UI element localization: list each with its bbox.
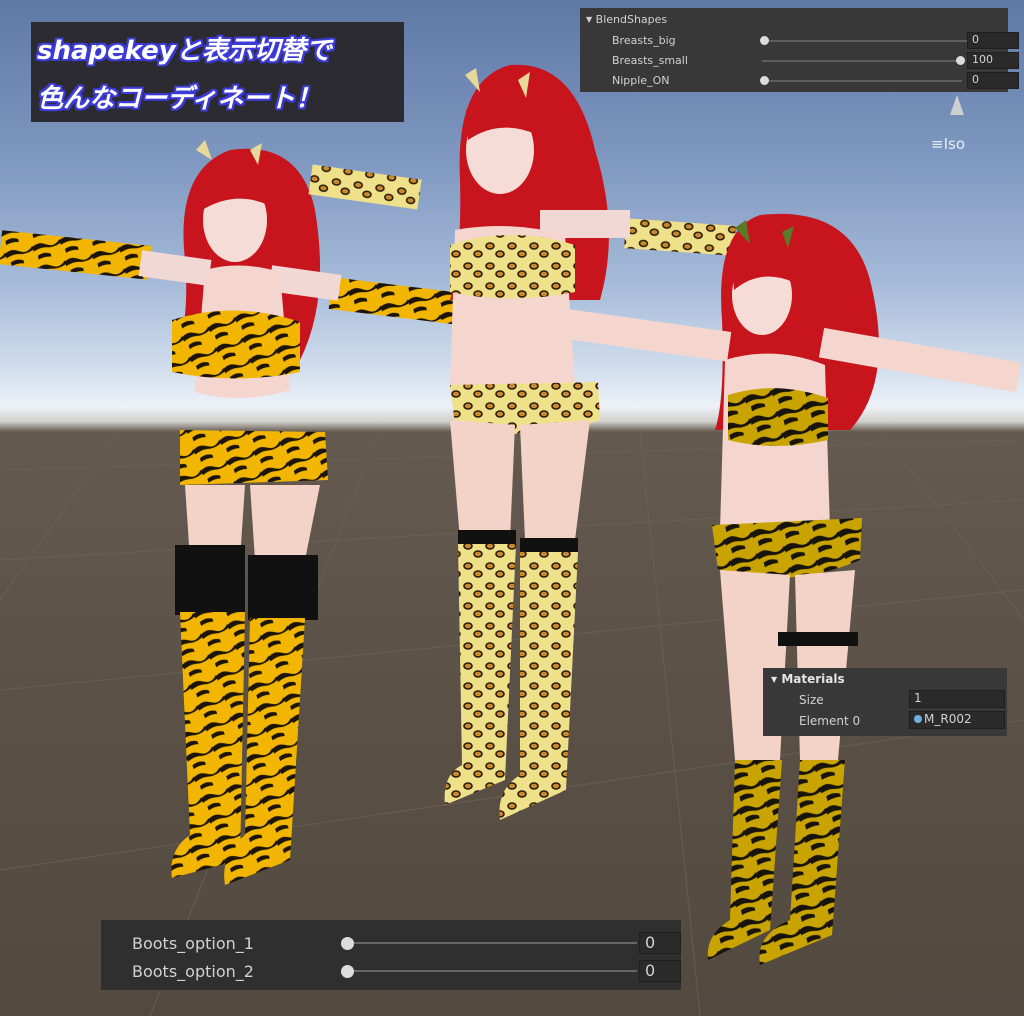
blendshape-slider-handle[interactable] bbox=[760, 36, 769, 45]
scene-render bbox=[0, 64, 1024, 1016]
boots-label: Boots_option_2 bbox=[132, 962, 254, 981]
blendshape-row: Breasts_big 0 bbox=[612, 32, 1019, 50]
blendshape-slider-track[interactable] bbox=[762, 60, 962, 62]
avatar-goldtiger-right bbox=[558, 213, 1022, 965]
blendshape-slider-handle[interactable] bbox=[760, 76, 769, 85]
caption-line-2: 色んなコーディネート！ bbox=[37, 84, 322, 114]
boots-label: Boots_option_1 bbox=[132, 934, 254, 953]
blendshape-slider-track[interactable] bbox=[762, 80, 962, 82]
material-sphere-icon bbox=[914, 715, 922, 723]
materials-panel: ▼ Materials Size 1 Element 0 M_R002 bbox=[763, 668, 1007, 736]
materials-size-label: Size bbox=[799, 693, 824, 707]
material-name: M_R002 bbox=[924, 712, 972, 726]
blendshape-value-field[interactable]: 100 bbox=[967, 52, 1019, 69]
blendshapes-title: BlendShapes bbox=[595, 13, 668, 26]
caption-line-1: shapekeyと表示切替で bbox=[37, 36, 332, 66]
boots-row: Boots_option_2 0 bbox=[132, 960, 681, 982]
blendshape-value-field[interactable]: 0 bbox=[967, 32, 1019, 49]
materials-element-field[interactable]: M_R002 bbox=[909, 711, 1005, 729]
caption-box: shapekeyと表示切替で 色んなコーディネート！ bbox=[31, 22, 404, 122]
blendshapes-header[interactable]: ▼ BlendShapes bbox=[586, 13, 667, 26]
materials-title: Materials bbox=[781, 672, 845, 686]
blendshapes-panel: ▼ BlendShapes Breasts_big 0 Breasts_smal… bbox=[580, 8, 1019, 92]
iso-text: Iso bbox=[943, 135, 965, 153]
boots-panel: Boots_option_1 0 Boots_option_2 0 bbox=[101, 920, 681, 990]
blendshape-label: Breasts_big bbox=[612, 34, 676, 47]
materials-header[interactable]: ▼ Materials bbox=[771, 672, 845, 686]
gizmo-cone bbox=[950, 95, 964, 115]
materials-size-field[interactable]: 1 bbox=[909, 690, 1005, 708]
blendshape-slider-track[interactable] bbox=[762, 40, 992, 42]
blendshape-row: Breasts_small 100 bbox=[612, 52, 1019, 70]
scene-viewport[interactable]: ≡Iso bbox=[0, 0, 1024, 1016]
avatar-tiger-left bbox=[0, 140, 512, 885]
blendshape-value-field[interactable]: 0 bbox=[967, 72, 1019, 89]
blendshape-label: Nipple_ON bbox=[612, 74, 670, 87]
materials-element-label: Element 0 bbox=[799, 714, 861, 728]
boots-slider-track[interactable] bbox=[347, 970, 637, 972]
boots-value-field[interactable]: 0 bbox=[639, 960, 681, 982]
iso-label[interactable]: ≡Iso bbox=[931, 135, 965, 153]
blendshape-label: Breasts_small bbox=[612, 54, 688, 67]
avatar-leopard-middle bbox=[308, 64, 736, 820]
blendshape-slider-handle[interactable] bbox=[956, 56, 965, 65]
triangle-down-icon: ▼ bbox=[771, 675, 778, 684]
boots-value-field[interactable]: 0 bbox=[639, 932, 681, 954]
boots-slider-track[interactable] bbox=[347, 942, 637, 944]
hamburger-icon: ≡ bbox=[931, 135, 944, 153]
boots-slider-handle[interactable] bbox=[341, 937, 354, 950]
boots-slider-handle[interactable] bbox=[341, 965, 354, 978]
triangle-down-icon: ▼ bbox=[586, 15, 593, 24]
boots-row: Boots_option_1 0 bbox=[132, 932, 681, 954]
blendshape-row: Nipple_ON 0 bbox=[612, 72, 1019, 90]
